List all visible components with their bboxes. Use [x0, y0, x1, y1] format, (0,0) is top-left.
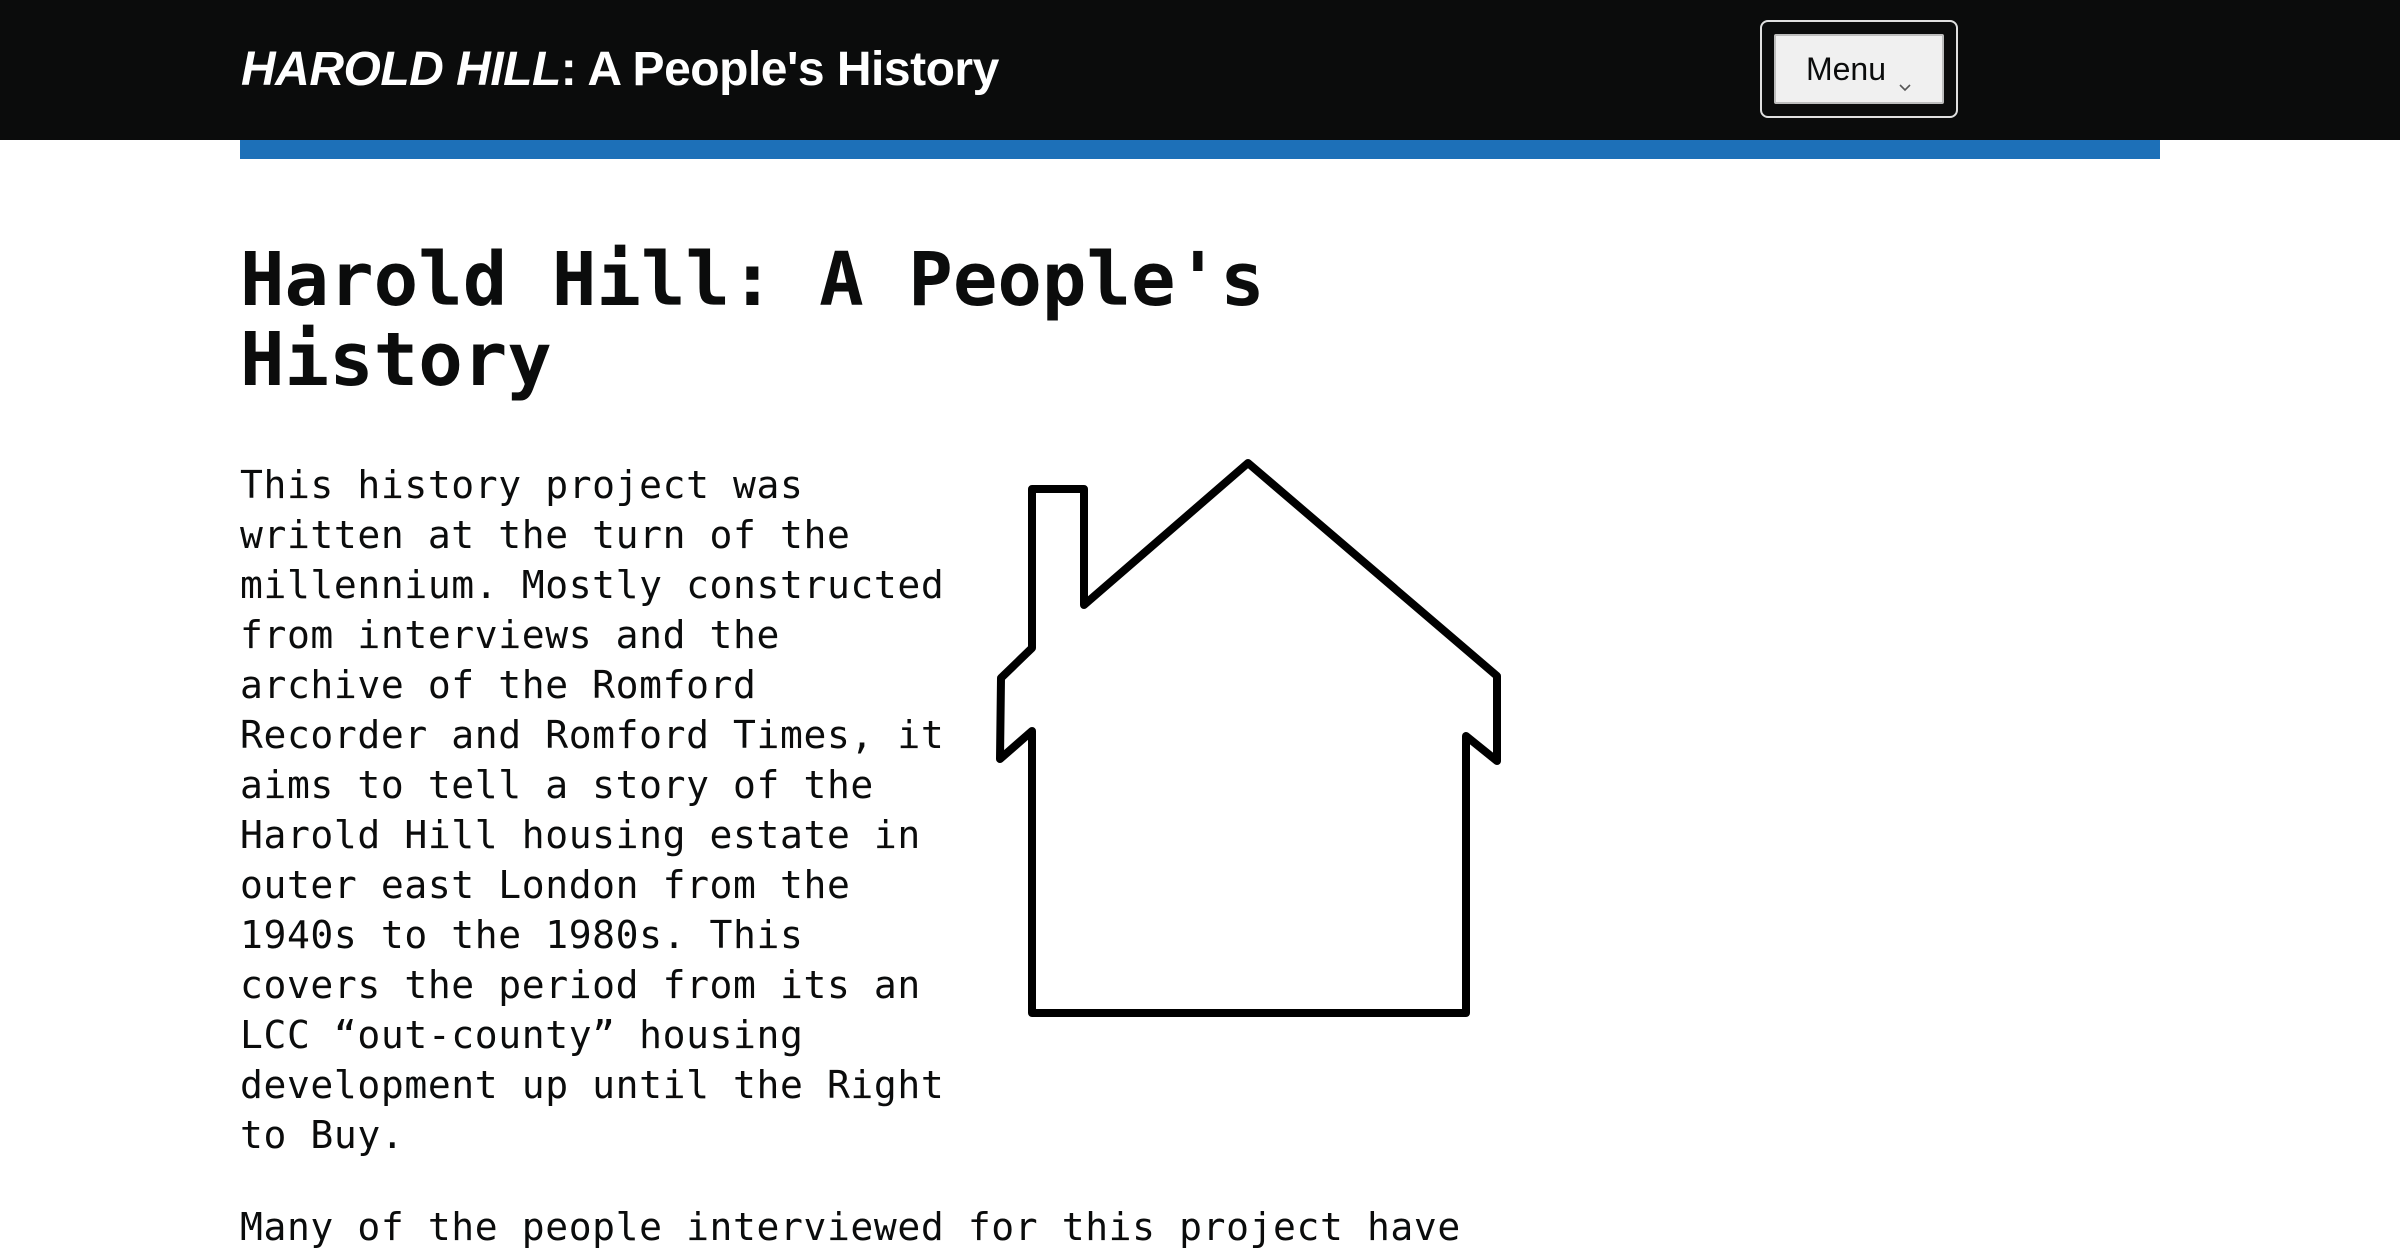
- site-title-link[interactable]: HAROLD HILL: A People's History: [241, 37, 999, 103]
- menu-button-label: Menu: [1805, 50, 1887, 87]
- site-title-emphasis: HAROLD HILL: [241, 43, 561, 96]
- intro-paragraph: This history project was written at the …: [240, 463, 945, 1157]
- chevron-down-icon: [1898, 66, 1912, 92]
- house-outline-icon: [990, 450, 1510, 1030]
- site-header: HAROLD HILL: A People's History Menu: [0, 0, 2400, 140]
- second-paragraph: Many of the people interviewed for this …: [240, 1205, 1461, 1249]
- header-accent-bar: [240, 140, 2160, 159]
- page-title: Harold Hill: A People's History: [240, 237, 1265, 403]
- site-title-rest: : A People's History: [560, 43, 999, 96]
- menu-button[interactable]: Menu: [1774, 34, 1944, 104]
- menu-button-focus-ring: Menu: [1760, 20, 1958, 118]
